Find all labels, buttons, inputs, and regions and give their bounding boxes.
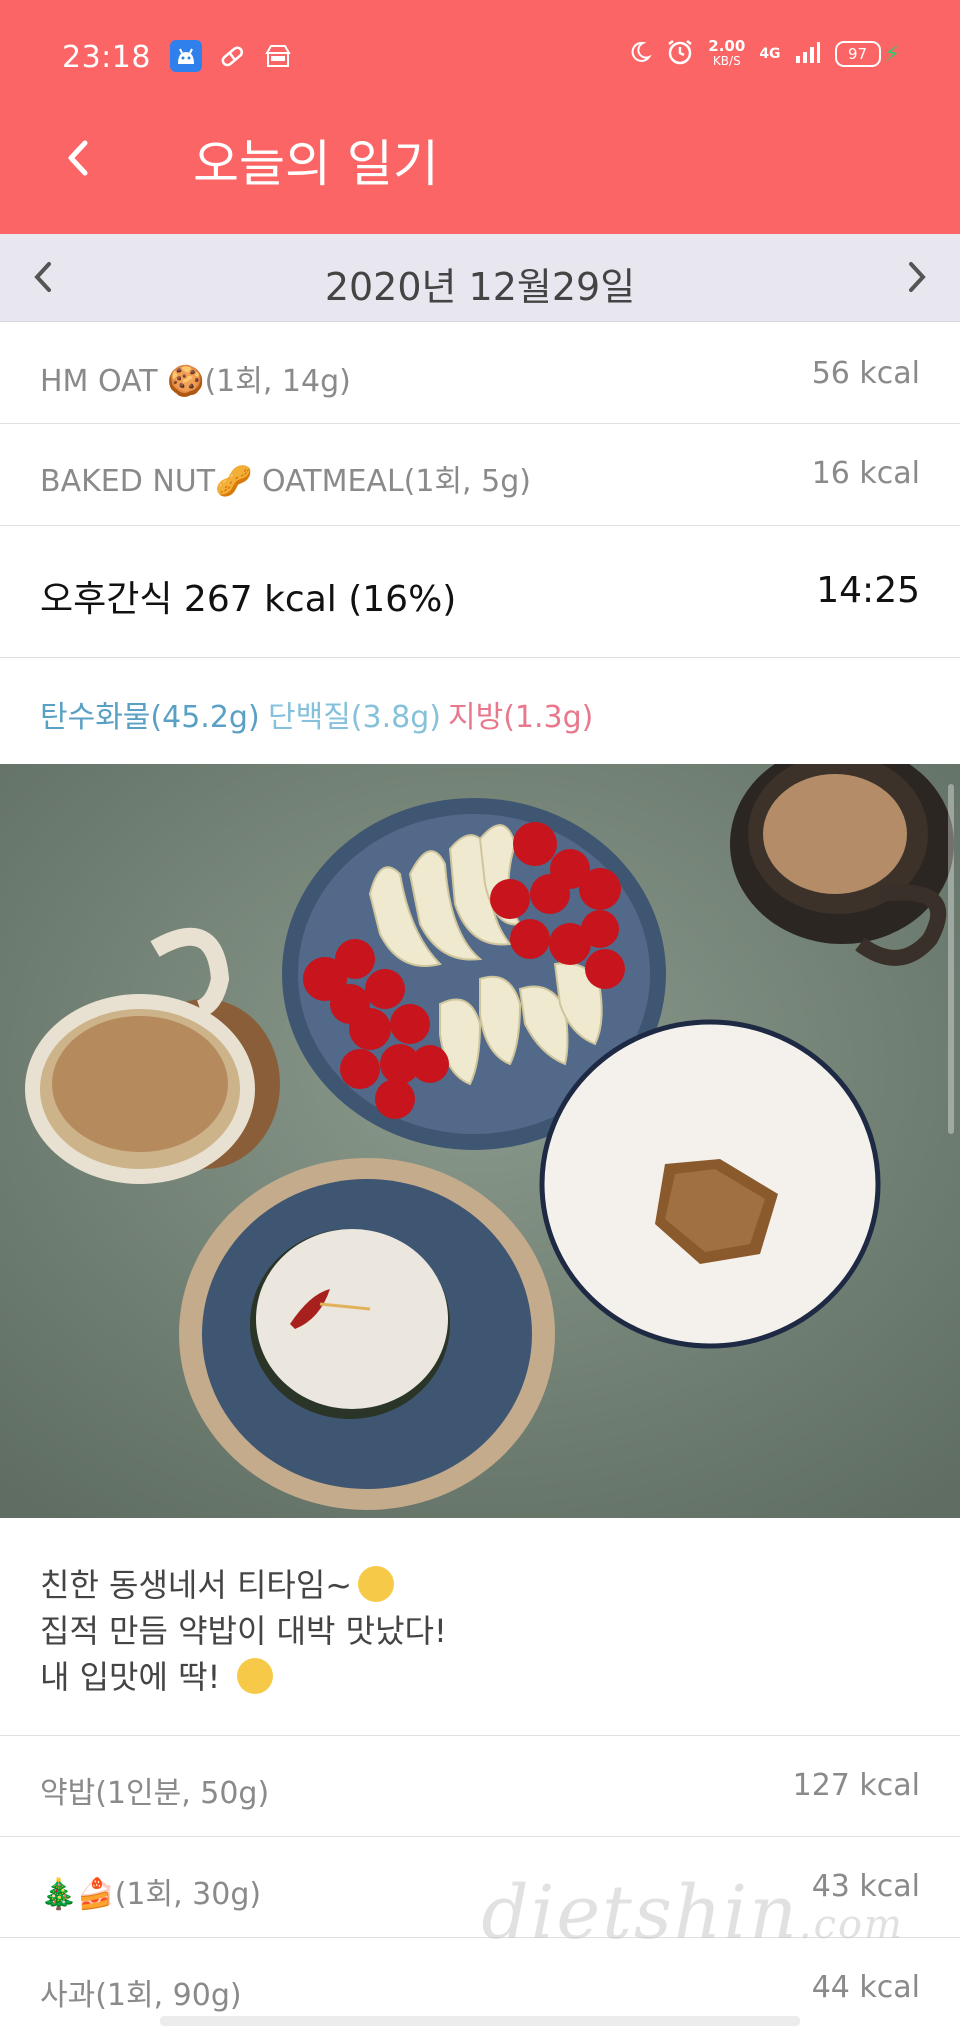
macro-protein: 단백질(3.8g) xyxy=(268,700,441,735)
back-arrow-icon xyxy=(68,140,88,176)
macro-carb: 탄수화물(45.2g) xyxy=(40,700,260,735)
signal-icon xyxy=(795,40,821,68)
food-item-kcal: 127 kcal xyxy=(792,1768,920,1803)
food-item-name: HM OAT 🍪(1회, 14g) xyxy=(40,364,351,399)
date-bar: 2020년 12월29일 xyxy=(0,234,960,322)
current-date: 2020년 12월29일 xyxy=(324,265,636,309)
meal-memo: 친한 동생네서 티타임~ 집적 만듬 약밥이 대박 맛났다! 내 입맛에 딱! xyxy=(0,1518,960,1736)
meal-photo-illustration xyxy=(0,764,960,1518)
macro-summary: 탄수화물(45.2g) 단백질(3.8g) 지방(1.3g) xyxy=(0,658,960,764)
photo-scrollbar xyxy=(948,784,954,1134)
home-indicator[interactable] xyxy=(160,2016,800,2026)
food-item-name: 사과(1회, 90g) xyxy=(40,1978,242,2013)
battery-indicator: 97 ⚡ xyxy=(834,41,900,67)
memo-line-3: 내 입맛에 딱! xyxy=(40,1652,273,1698)
watermark-main: dietshin xyxy=(481,1870,799,1956)
chevron-right-icon xyxy=(909,262,926,292)
network-speed-unit: KB/S xyxy=(712,54,741,68)
food-item-name: 🎄🍰(1회, 30g) xyxy=(40,1877,262,1912)
pill-icon xyxy=(216,40,248,72)
notification-icons xyxy=(170,40,294,72)
meal-time: 14:25 xyxy=(816,570,920,611)
memo-line-1-text: 친한 동생네서 티타임~ xyxy=(40,1566,353,1604)
meal-header[interactable]: 오후간식 267 kcal (16%) 14:25 xyxy=(0,526,960,658)
food-item-row[interactable]: BAKED NUT🥜 OATMEAL(1회, 5g) 16 kcal xyxy=(0,424,960,526)
battery-level: 97 xyxy=(834,41,881,67)
network-type: 4G xyxy=(759,46,781,62)
android-icon xyxy=(170,40,202,72)
food-item-row[interactable]: HM OAT 🍪(1회, 14g) 56 kcal xyxy=(0,322,960,424)
alarm-icon xyxy=(666,38,694,70)
charging-icon: ⚡ xyxy=(884,41,900,67)
food-item-name: BAKED NUT🥜 OATMEAL(1회, 5g) xyxy=(40,464,531,499)
shop-icon xyxy=(262,40,294,72)
site-watermark: dietshin.com xyxy=(481,1870,904,1956)
food-item-name: 약밥(1인분, 50g) xyxy=(40,1776,270,1811)
network-speed: 2.00 KB/S xyxy=(708,39,745,69)
watermark-suffix: .com xyxy=(798,1902,904,1948)
title-bar: 오늘의 일기 xyxy=(0,118,960,234)
memo-line-1: 친한 동생네서 티타임~ xyxy=(40,1560,395,1606)
meal-title: 오후간식 267 kcal (16%) xyxy=(40,579,457,620)
moon-icon xyxy=(628,40,653,68)
food-item-row[interactable]: 약밥(1인분, 50g) 127 kcal xyxy=(0,1736,960,1837)
kissing-face-icon xyxy=(358,1566,395,1602)
app-header: 23:18 2.00 KB/S 4G 97 ⚡ 오늘의 일기 xyxy=(0,0,960,234)
food-item-kcal: 44 kcal xyxy=(811,1970,920,2005)
status-right-icons: 2.00 KB/S 4G 97 ⚡ xyxy=(628,38,900,70)
status-time: 23:18 xyxy=(62,40,151,75)
meal-photo[interactable] xyxy=(0,764,960,1518)
macro-fat: 지방(1.3g) xyxy=(448,700,594,735)
page-title: 오늘의 일기 xyxy=(193,135,439,193)
yum-face-icon xyxy=(236,1658,273,1694)
next-date-button[interactable] xyxy=(894,254,940,300)
network-speed-value: 2.00 xyxy=(708,37,746,55)
status-bar: 23:18 2.00 KB/S 4G 97 ⚡ xyxy=(0,0,960,118)
food-item-kcal: 16 kcal xyxy=(811,456,920,491)
food-item-kcal: 56 kcal xyxy=(811,356,920,391)
memo-line-3-text: 내 입맛에 딱! xyxy=(40,1658,231,1696)
memo-line-2: 집적 만듬 약밥이 대박 맛났다! xyxy=(40,1612,447,1650)
back-button[interactable] xyxy=(52,132,104,184)
